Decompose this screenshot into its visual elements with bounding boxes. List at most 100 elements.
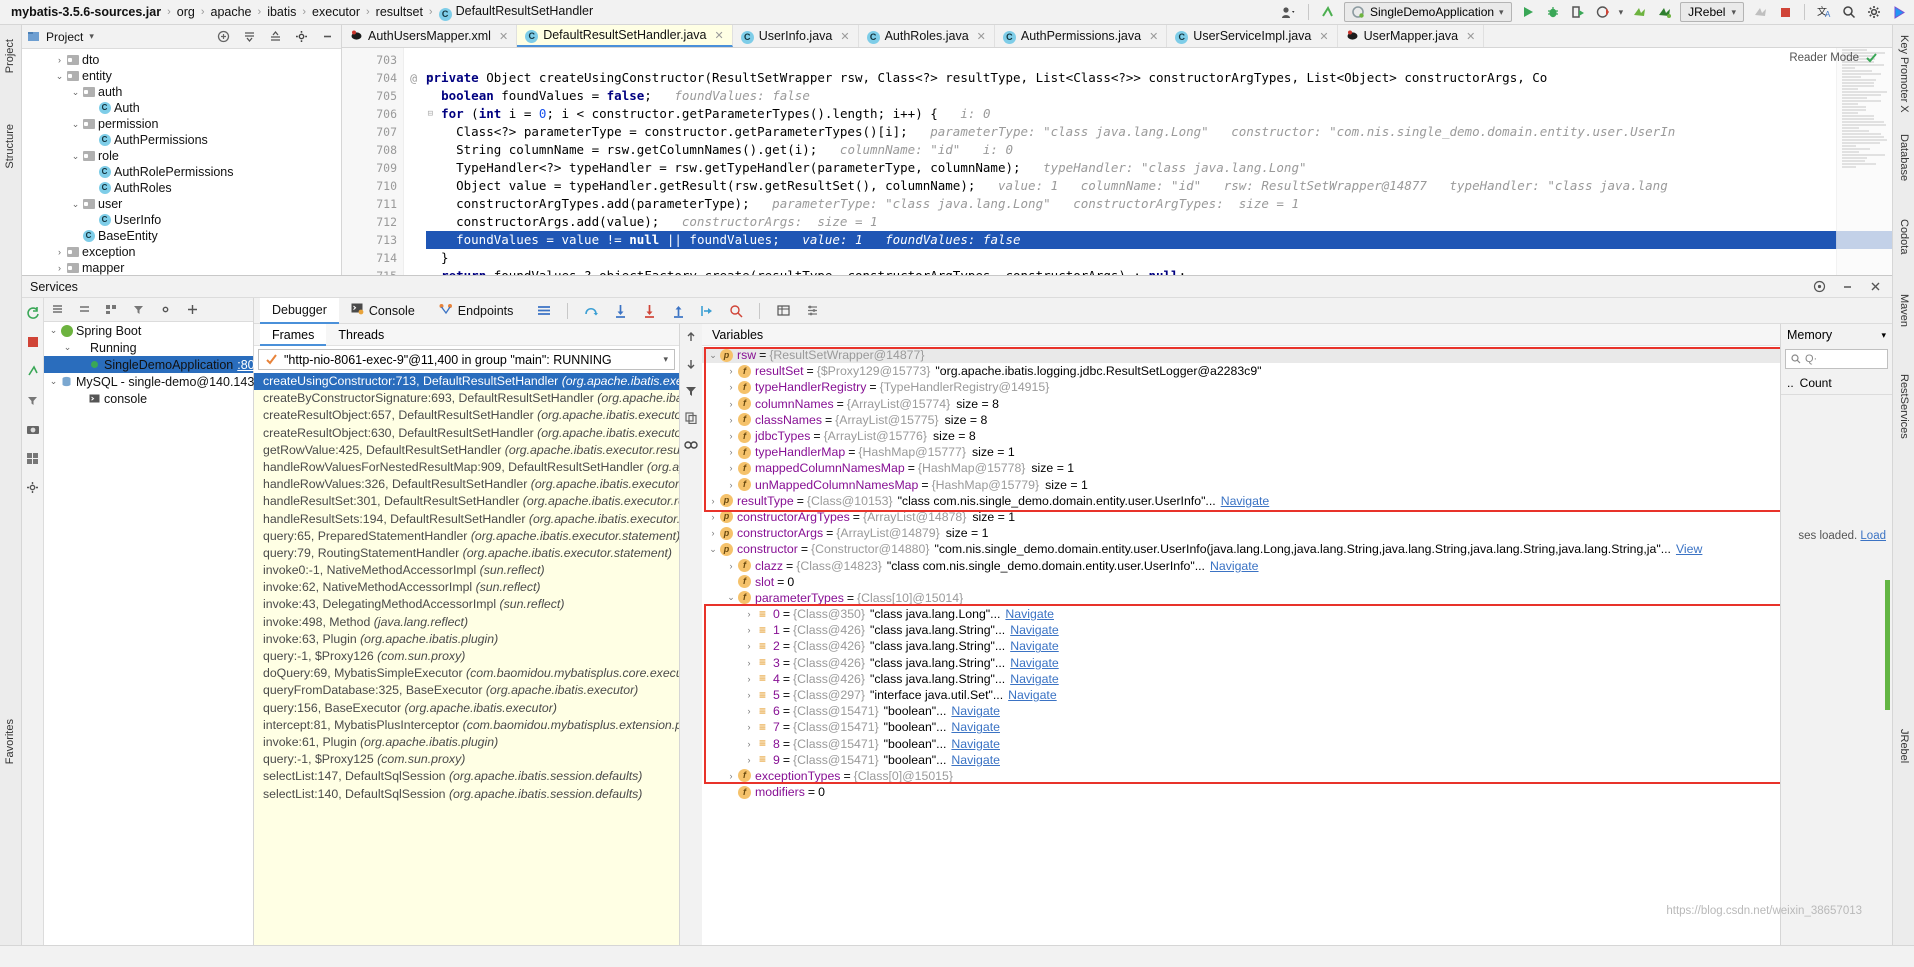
chevron-down-icon[interactable]: ▾ [89,31,94,42]
right-rail-tab-restservices[interactable]: RestServices [1896,370,1912,443]
chevron-right-icon[interactable]: › [54,263,65,273]
settings-icon[interactable] [1865,3,1883,21]
code-editor[interactable]: 703704@⊟705706⊟7077087097107117127137147… [342,48,1892,275]
step-into-icon[interactable] [611,302,629,320]
stack-frame-row[interactable]: handleRowValues:326, DefaultResultSetHan… [254,476,679,493]
editor-tab[interactable]: C AuthRoles.java ✕ [859,25,995,47]
project-tree-item[interactable]: › mapper [22,260,341,275]
step-out-icon[interactable] [669,302,687,320]
code-line[interactable]: private Object createUsingConstructor(Re… [426,69,1892,87]
stack-frame-row[interactable]: query:156, BaseExecutor (org.apache.ibat… [254,700,679,717]
variable-row[interactable]: › f unMappedColumnNamesMap = {HashMap@15779}… [702,477,1780,493]
layout-icon[interactable] [535,302,553,320]
variable-row[interactable]: › ≡ 0 = {Class@350} "class java.lang.Long"...… [702,606,1780,622]
navigate-link[interactable]: Navigate [946,753,1000,767]
group-icon[interactable] [102,301,120,319]
close-tab-icon[interactable]: ✕ [714,29,723,42]
variable-row[interactable]: ⌄ f parameterTypes = {Class[10]@15014} [702,590,1780,606]
jrebel-selector[interactable]: JRebel ▾ [1680,2,1744,22]
chevron-down-icon[interactable]: ⌄ [706,350,720,361]
chevron-down-icon[interactable]: ⌄ [48,376,59,387]
minimize-icon[interactable] [1838,278,1856,296]
chevron-down-icon[interactable]: ⌄ [706,544,720,555]
right-rail-tab-maven[interactable]: Maven [1896,290,1912,331]
navigate-link[interactable]: View [1671,542,1702,556]
code-line[interactable]: constructorArgTypes.add(parameterType); … [426,195,1892,213]
variable-row[interactable]: › f jdbcTypes = {ArrayList@15776} size = 8 [702,428,1780,444]
navigate-link[interactable]: Navigate [946,737,1000,751]
code-line[interactable]: constructorArgs.add(value); constructorA… [426,213,1892,231]
reader-mode-indicator[interactable]: Reader Mode [1789,51,1878,64]
copy-icon[interactable] [682,409,700,427]
services-tree-item[interactable]: console [44,390,253,407]
project-tree-item[interactable]: C Auth [22,100,341,116]
breadcrumb-item[interactable]: mybatis-3.5.6-sources.jar [8,5,164,19]
chevron-right-icon[interactable]: › [724,480,738,490]
chevron-down-icon[interactable]: ⌄ [54,71,65,82]
frames-tab[interactable]: Threads [326,324,396,346]
chevron-right-icon[interactable]: › [724,415,738,425]
services-tree-item[interactable]: ⌄ Running [44,339,253,356]
close-icon[interactable] [1866,278,1884,296]
frames-tab[interactable]: Frames [260,324,326,346]
breadcrumb-item[interactable]: apache [208,5,255,19]
hide-icon[interactable] [318,28,336,46]
variable-row[interactable]: › f mappedColumnNamesMap = {HashMap@15778} si… [702,460,1780,476]
left-rail-tab-favorites[interactable]: Favorites [2,715,18,768]
close-tab-icon[interactable]: ✕ [1149,30,1158,43]
navigate-link[interactable]: Navigate [1005,623,1059,637]
project-tree-item[interactable]: › dto [22,52,341,68]
stop-icon[interactable] [24,333,42,351]
user-icon[interactable] [1280,3,1298,21]
breadcrumb-item[interactable]: resultset [373,5,426,19]
run-with-coverage-icon[interactable] [1569,3,1587,21]
variables-list[interactable]: 1 查询返回结果的字段数量 2 构造方法的字段数量 ⌄prsw={ResultS… [702,346,1780,945]
chevron-right-icon[interactable]: › [742,625,756,635]
variable-row[interactable]: f slot = 0 [702,574,1780,590]
jrebel-debug-icon[interactable] [1655,3,1673,21]
chevron-right-icon[interactable]: › [706,528,720,538]
variable-row[interactable]: ⌄ p constructor = {Constructor@14880} "com.ni… [702,541,1780,557]
stack-frame-row[interactable]: selectList:140, DefaultSqlSession (org.a… [254,786,679,803]
variable-row[interactable]: › f typeHandlerMap = {HashMap@15777} size = 1 [702,444,1780,460]
chevron-down-icon[interactable]: ⌄ [62,342,73,353]
navigate-link[interactable]: Navigate [1216,494,1270,508]
stack-frame-row[interactable]: invoke0:-1, NativeMethodAccessorImpl (su… [254,562,679,579]
variable-row[interactable]: › p constructorArgs = {ArrayList@14879} size … [702,525,1780,541]
chevron-right-icon[interactable]: › [724,447,738,457]
editor-tab[interactable]: UserMapper.java ✕ [1338,25,1485,47]
chevron-right-icon[interactable]: › [742,658,756,668]
stack-frame-row[interactable]: query:79, RoutingStatementHandler (org.a… [254,545,679,562]
rerun-icon[interactable] [24,304,42,322]
editor-minimap[interactable] [1836,48,1892,275]
run-to-cursor-icon[interactable] [698,302,716,320]
stack-frame-row[interactable]: invoke:63, Plugin (org.apache.ibatis.plu… [254,631,679,648]
chevron-right-icon[interactable]: › [706,496,720,506]
code-line[interactable]: } [426,249,1892,267]
chevron-right-icon[interactable]: › [742,641,756,651]
run-configuration-selector[interactable]: SingleDemoApplication ▾ [1344,2,1512,22]
expand-all-icon[interactable] [240,28,258,46]
project-tree-item[interactable]: C AuthRolePermissions [22,164,341,180]
chevron-down-icon[interactable]: ⌄ [724,592,738,603]
link-icon[interactable] [682,436,700,454]
chevron-right-icon[interactable]: › [54,247,65,257]
chevron-right-icon[interactable]: › [742,706,756,716]
stack-frame-row[interactable]: intercept:81, MybatisPlusInterceptor (co… [254,717,679,734]
editor-tab[interactable]: C UserInfo.java ✕ [733,25,859,47]
camera-icon[interactable] [24,420,42,438]
settings-icon[interactable] [803,302,821,320]
chevron-down-icon[interactable]: ▾ [1881,330,1886,341]
force-step-into-icon[interactable] [640,302,658,320]
debugger-tab[interactable]: Debugger [260,298,339,324]
navigate-link[interactable]: Navigate [946,704,1000,718]
settings-icon[interactable] [1810,278,1828,296]
frames-list[interactable]: createUsingConstructor:713, DefaultResul… [254,373,679,945]
chevron-right-icon[interactable]: › [724,366,738,376]
close-tab-icon[interactable]: ✕ [840,30,849,43]
grid-icon[interactable] [24,449,42,467]
close-tab-icon[interactable]: ✕ [1319,30,1328,43]
variable-row[interactable]: › p constructorArgTypes = {ArrayList@14878} s… [702,509,1780,525]
filter-frames-icon[interactable] [682,382,700,400]
arrow-up-icon[interactable] [682,328,700,346]
